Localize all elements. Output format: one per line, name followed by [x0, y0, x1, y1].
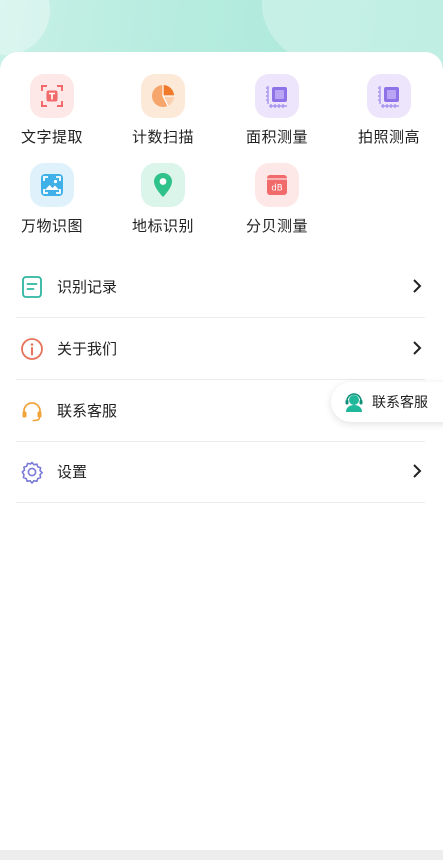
decibel-icon: dB: [255, 163, 299, 207]
menu-label: 关于我们: [57, 340, 118, 358]
tool-photo-height[interactable]: 拍照测高: [337, 52, 441, 146]
tool-label: 拍照测高: [357, 128, 420, 146]
height-chip-icon: [367, 74, 411, 118]
decibel-badge: dB: [271, 184, 282, 194]
tool-decibel-measure[interactable]: dB 分贝测量: [225, 141, 329, 235]
menu-label: 设置: [57, 463, 88, 481]
menu-label: 联系客服: [57, 402, 118, 420]
floating-service-label: 联系客服: [372, 395, 428, 411]
tool-image-recognize[interactable]: 万物识图: [0, 141, 104, 235]
decor-bubble-left: [0, 0, 50, 55]
gear-icon: [20, 460, 44, 484]
record-doc-icon: [20, 275, 44, 299]
menu-label: 识别记录: [57, 278, 118, 296]
chevron-right-icon: [413, 279, 422, 293]
tool-count-scan[interactable]: 计数扫描: [111, 52, 215, 146]
chevron-right-icon: [413, 464, 422, 478]
location-pin-icon: [141, 163, 185, 207]
area-chip-icon: [255, 74, 299, 118]
menu-item-settings[interactable]: 设置: [16, 441, 425, 503]
pie-count-icon: [141, 74, 185, 118]
info-icon: [20, 337, 44, 361]
menu-item-about[interactable]: 关于我们: [16, 318, 425, 380]
tool-text-extract[interactable]: 文字提取: [0, 52, 104, 146]
tool-landmark-recognize[interactable]: 地标识别: [111, 141, 215, 235]
main-card: 文字提取 计数扫描 面积测量 拍照测高 万物识图 地标识别 dB 分贝测量 识别…: [0, 52, 443, 850]
floating-contact-service-button[interactable]: 联系客服: [331, 382, 443, 422]
bottom-strip: [0, 850, 443, 860]
agent-icon: [345, 393, 363, 412]
chevron-right-icon: [413, 341, 422, 355]
text-extract-icon: [30, 74, 74, 118]
tool-area-measure[interactable]: 面积测量: [225, 52, 329, 146]
image-scan-icon: [30, 163, 74, 207]
tool-label: 分贝测量: [245, 217, 308, 235]
tool-label: 万物识图: [20, 217, 83, 235]
tool-label: 地标识别: [131, 217, 194, 235]
menu-item-records[interactable]: 识别记录: [16, 256, 425, 318]
headset-icon: [20, 399, 44, 423]
